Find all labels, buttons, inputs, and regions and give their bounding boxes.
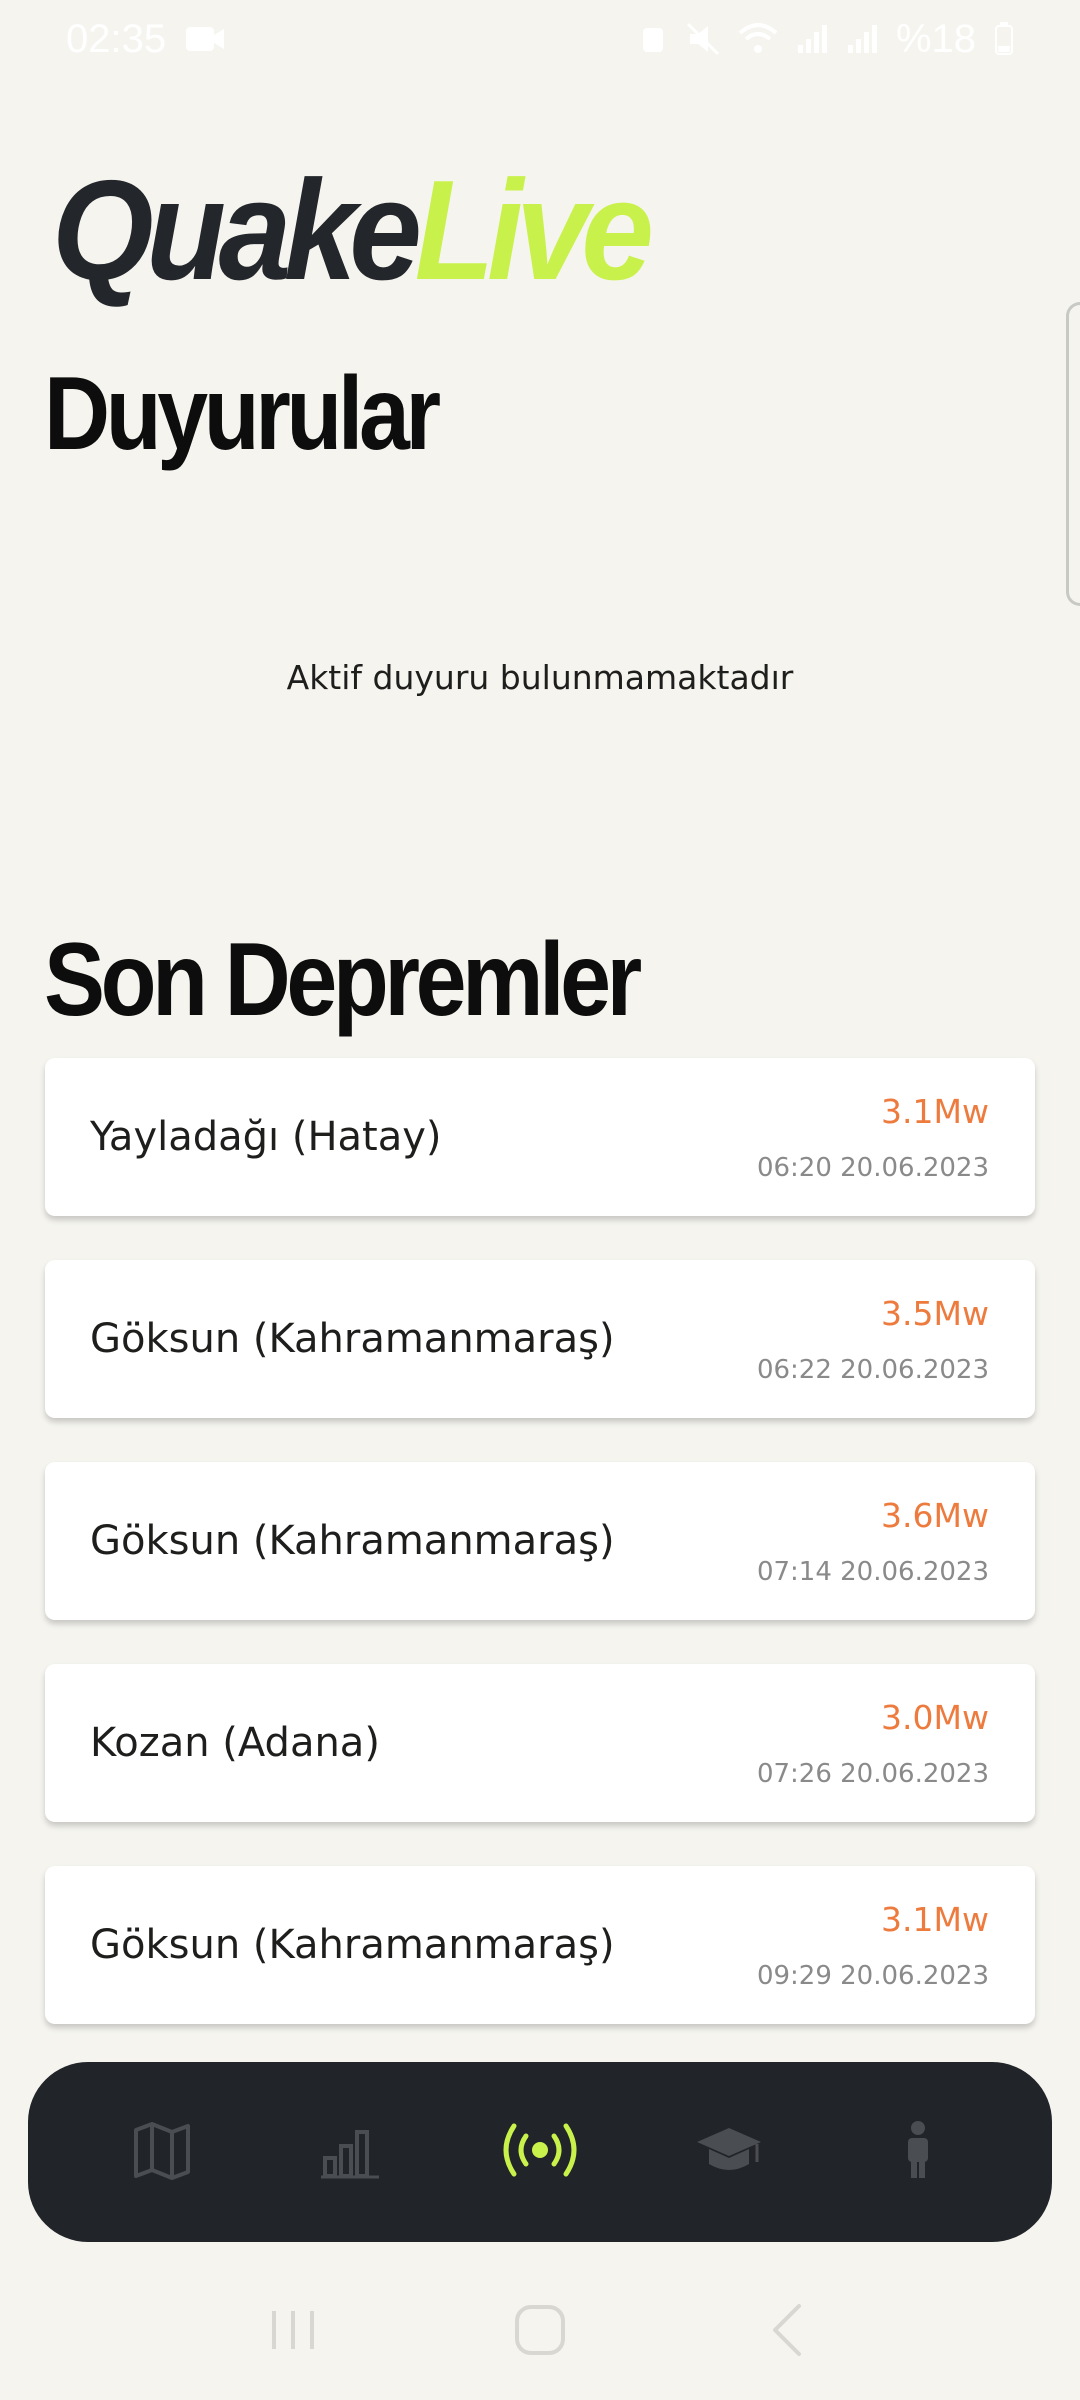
quake-magnitude: 3.5Mw	[881, 1293, 989, 1333]
quake-datetime: 06:22 20.06.2023	[756, 1354, 989, 1385]
nav-education[interactable]	[679, 2102, 779, 2202]
quake-place: Göksun (Kahramanmaraş)	[90, 1518, 615, 1564]
quake-datetime: 06:20 20.06.2023	[756, 1152, 989, 1183]
quake-place: Kozan (Adana)	[90, 1720, 380, 1766]
quake-place: Göksun (Kahramanmaraş)	[90, 1922, 615, 1968]
bottom-nav	[28, 2062, 1052, 2242]
announcements-empty-text: Aktif duyuru bulunmamaktadır	[286, 658, 794, 697]
quake-magnitude: 3.1Mw	[881, 1091, 989, 1131]
recents-button[interactable]	[258, 2297, 328, 2367]
video-camera-icon	[184, 23, 226, 55]
bar-chart-icon	[321, 2120, 381, 2185]
home-icon	[513, 2303, 567, 2362]
quake-magnitude: 3.6Mw	[881, 1495, 989, 1535]
status-bar: 02:35 %18	[0, 0, 1080, 78]
nav-statistics[interactable]	[301, 2102, 401, 2202]
alarm-icon	[638, 22, 668, 56]
logo-quake: Quake	[52, 151, 422, 310]
status-time: 02:35	[66, 16, 167, 61]
quake-magnitude: 3.1Mw	[881, 1899, 989, 1939]
signal-icon	[796, 23, 828, 55]
quake-datetime: 07:26 20.06.2023	[756, 1758, 989, 1789]
nav-profile[interactable]	[868, 2102, 968, 2202]
quake-card[interactable]: Göksun (Kahramanmaraş) 3.1Mw 09:29 20.06…	[45, 1866, 1035, 2024]
quake-card[interactable]: Yayladağı (Hatay) 3.1Mw 06:20 20.06.2023	[45, 1058, 1035, 1216]
quake-magnitude: 3.0Mw	[881, 1697, 989, 1737]
quake-datetime: 07:14 20.06.2023	[756, 1556, 989, 1587]
app-logo: QuakeLive	[52, 160, 654, 302]
quake-datetime: 09:29 20.06.2023	[756, 1960, 989, 1991]
system-nav-bar	[0, 2272, 1080, 2392]
announcements-title: Duyurular	[44, 356, 441, 472]
battery-icon	[994, 22, 1014, 56]
quake-card[interactable]: Göksun (Kahramanmaraş) 3.6Mw 07:14 20.06…	[45, 1462, 1035, 1620]
back-button[interactable]	[752, 2297, 822, 2367]
broadcast-icon	[500, 2120, 580, 2185]
quake-place: Yayladağı (Hatay)	[90, 1114, 442, 1160]
graduation-cap-icon	[695, 2122, 763, 2183]
logo-live: Live	[414, 151, 654, 310]
nav-map[interactable]	[112, 2102, 212, 2202]
wifi-icon	[738, 23, 778, 55]
signal-icon	[846, 23, 878, 55]
back-icon	[767, 2302, 807, 2363]
quake-place: Göksun (Kahramanmaraş)	[90, 1316, 615, 1362]
person-icon	[903, 2120, 933, 2185]
mute-icon	[686, 22, 720, 56]
edge-panel-handle[interactable]	[1066, 302, 1080, 606]
quake-card[interactable]: Kozan (Adana) 3.0Mw 07:26 20.06.2023	[45, 1664, 1035, 1822]
recents-icon	[268, 2305, 318, 2360]
home-button[interactable]	[505, 2297, 575, 2367]
recent-quakes-title: Son Depremler	[44, 922, 642, 1038]
nav-live[interactable]	[490, 2102, 590, 2202]
quake-list: Yayladağı (Hatay) 3.1Mw 06:20 20.06.2023…	[45, 1058, 1035, 2068]
map-icon	[132, 2120, 192, 2185]
battery-percent: %18	[895, 16, 976, 61]
quake-card[interactable]: Göksun (Kahramanmaraş) 3.5Mw 06:22 20.06…	[45, 1260, 1035, 1418]
